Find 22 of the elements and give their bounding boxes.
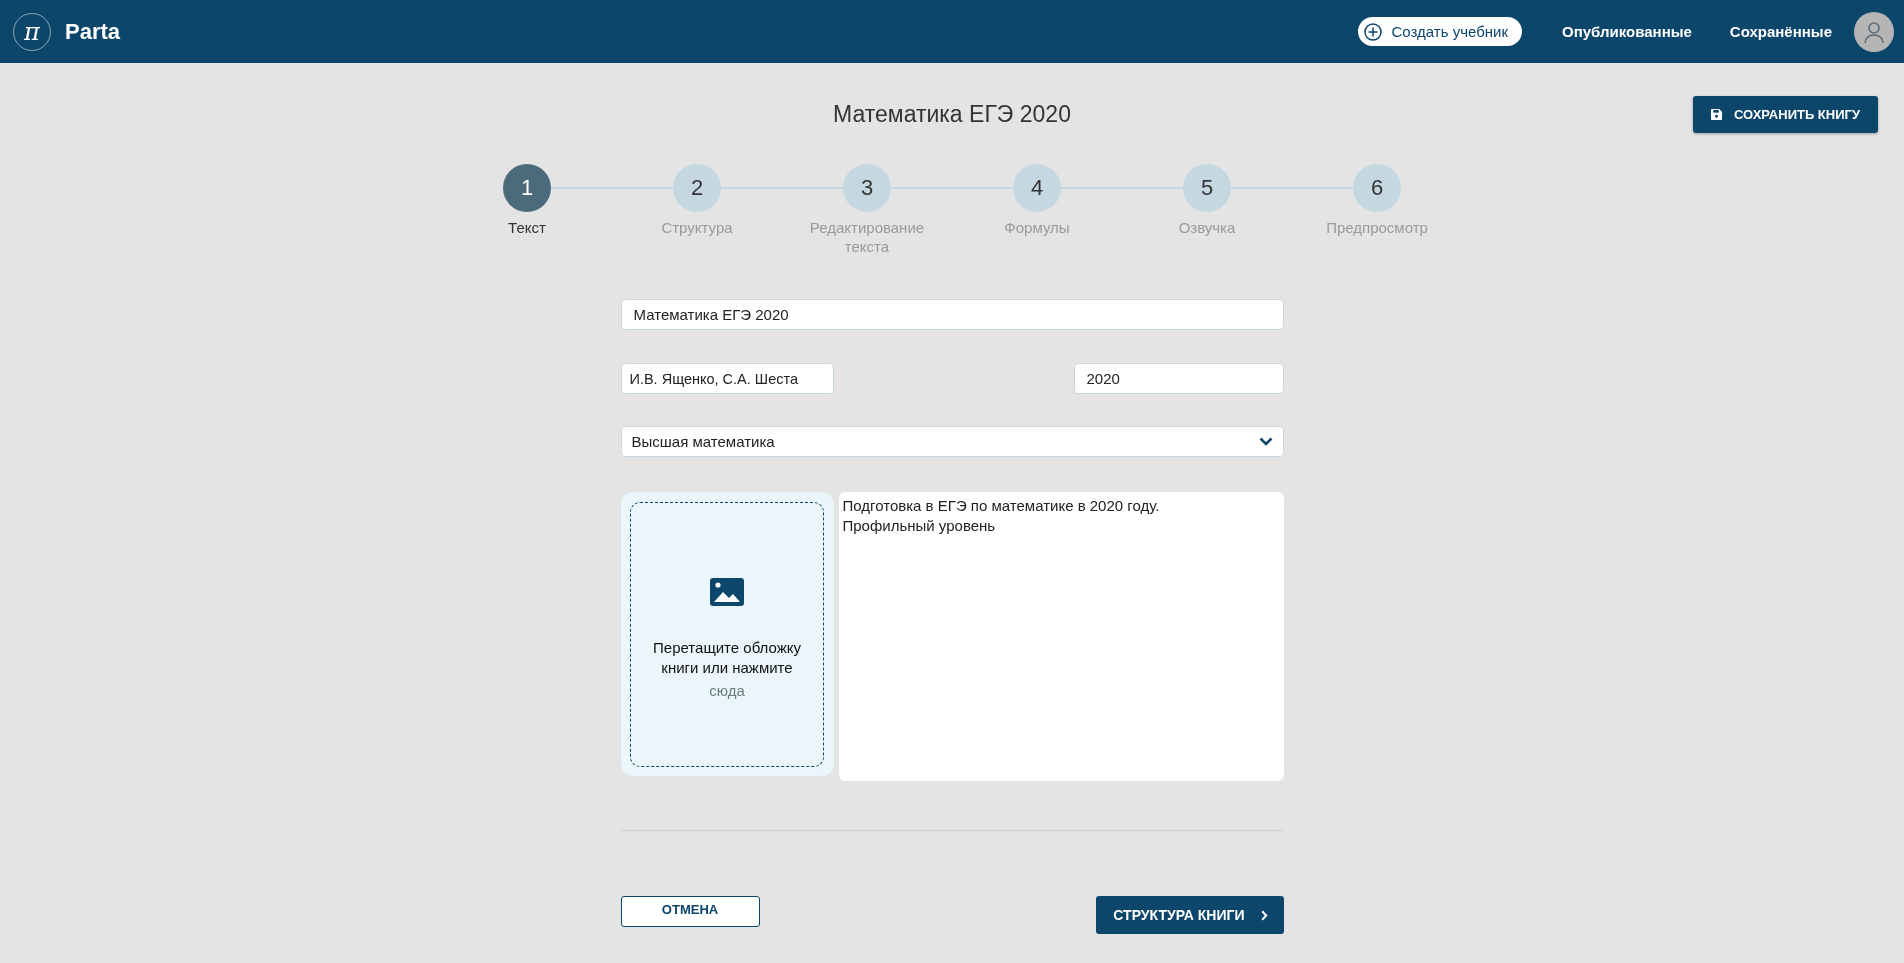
page-title: Математика ЕГЭ 2020 xyxy=(833,101,1071,128)
save-book-button[interactable]: СОХРАНИТЬ КНИГУ xyxy=(1692,96,1878,133)
year-field[interactable]: 2020 xyxy=(1073,363,1284,394)
cover-dropzone[interactable]: Перетащите обложку книги или нажмите сюда xyxy=(630,501,824,767)
book-title-field[interactable]: Математика ЕГЭ 2020 xyxy=(620,299,1284,330)
authors-field[interactable]: И.В. Ященко, С.А. Шеста xyxy=(620,363,834,394)
stepper-step[interactable]: 3 Редактирование текста xyxy=(782,164,952,262)
description-field[interactable]: Подготовка в ЕГЭ по математике в 2020 году. Профильный уровень xyxy=(838,492,1284,781)
subject-dropdown[interactable]: Высшая математика xyxy=(620,426,1284,457)
book-structure-button[interactable]: СТРУКТУРА КНИГИ xyxy=(1096,896,1284,934)
dropzone-text: Перетащите обложку книги или нажмите xyxy=(652,637,802,678)
stepper-step[interactable]: 4 Формулы xyxy=(952,164,1122,262)
create-textbook-button[interactable]: Создать учебник xyxy=(1357,17,1522,46)
stepper-step[interactable]: 2 Структура xyxy=(612,164,782,262)
stepper-step[interactable]: 1 Текст xyxy=(442,164,612,262)
nav-link[interactable]: Опубликованные xyxy=(1562,23,1692,40)
stepper-step[interactable]: 5 Озвучка xyxy=(1122,164,1292,262)
cancel-button[interactable]: ОТМЕНА xyxy=(620,896,760,927)
stepper-step[interactable]: 6 Предпросмотр xyxy=(1292,164,1462,262)
nav-link[interactable]: Сохранённые xyxy=(1729,23,1832,40)
upload-link[interactable]: сюда xyxy=(709,681,745,699)
brand-name[interactable]: Parta xyxy=(65,18,121,45)
